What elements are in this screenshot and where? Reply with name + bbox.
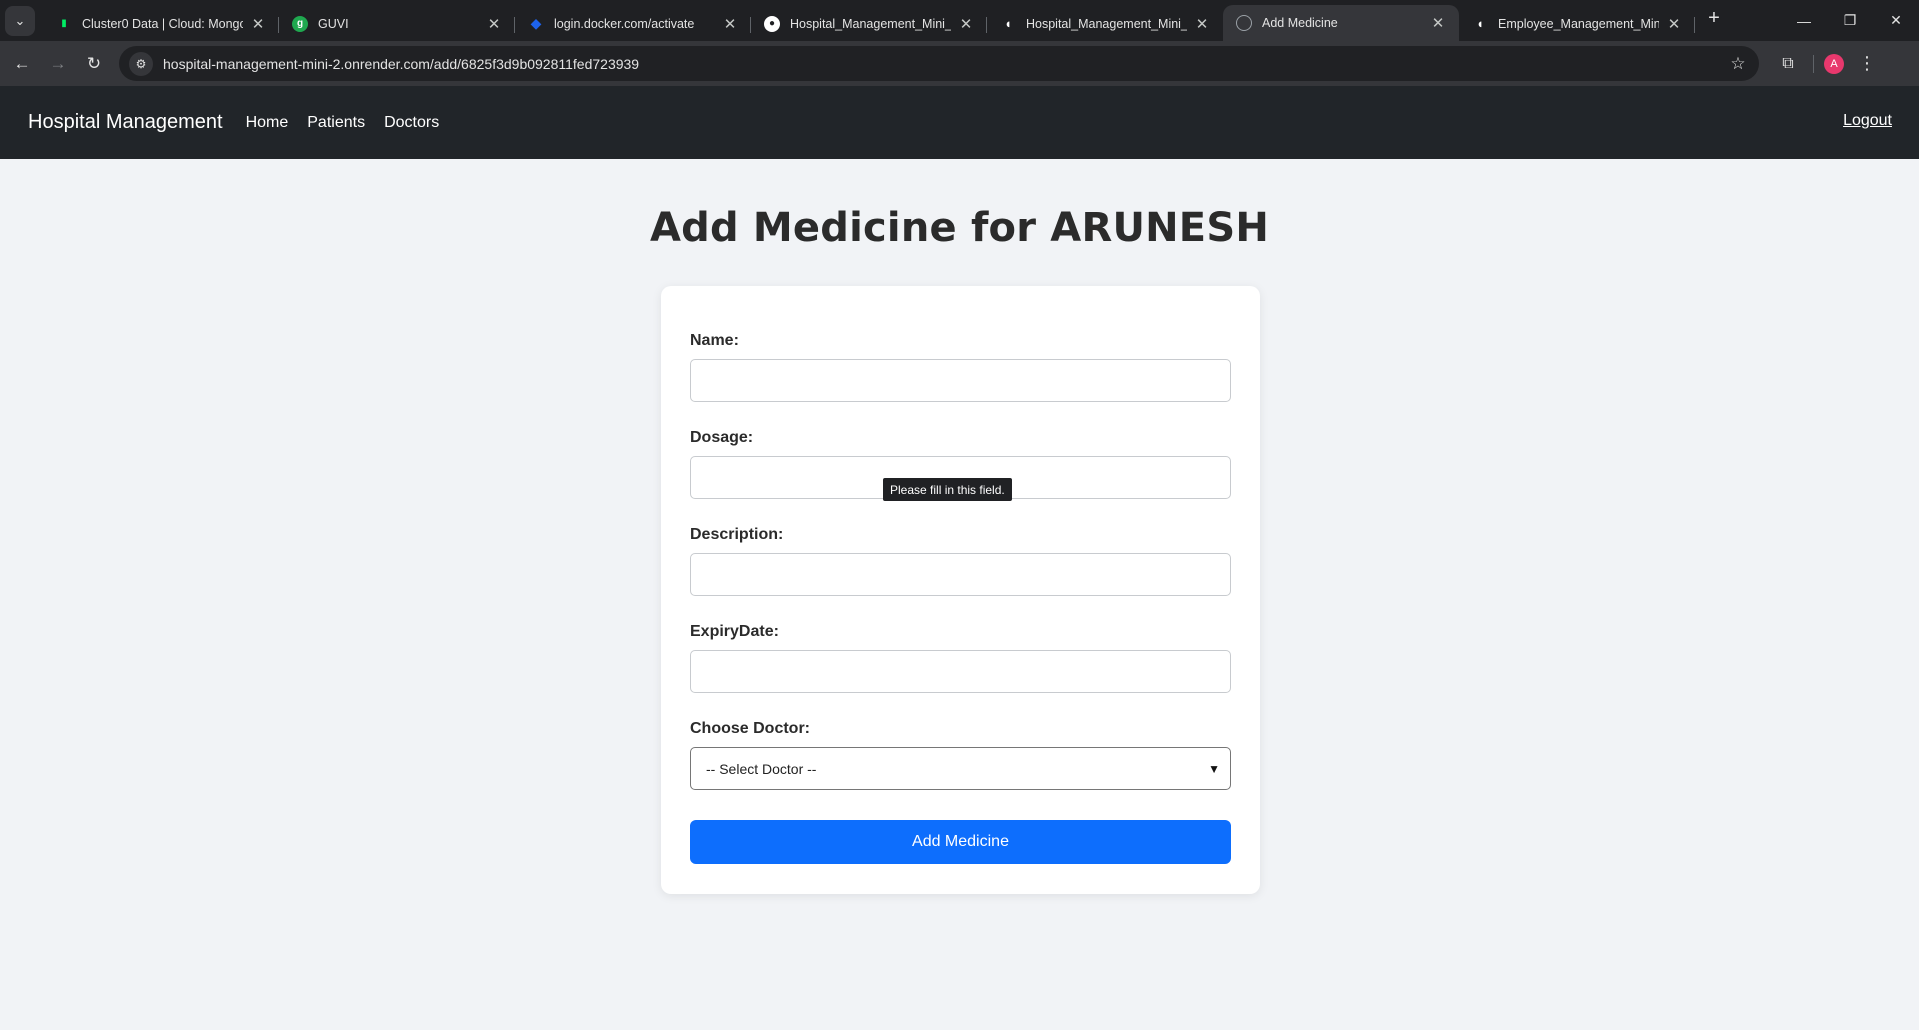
tab-title: Hospital_Management_Mini_2: [1026, 16, 1187, 31]
extensions-icon[interactable]: ⧉: [1773, 55, 1803, 73]
close-icon[interactable]: ✕: [485, 15, 503, 33]
expiry-date-label: ExpiryDate:: [690, 623, 779, 640]
navbar-brand[interactable]: Hospital Management: [28, 111, 223, 134]
mongodb-leaf-icon: ▮: [61, 18, 67, 29]
window-close-icon[interactable]: ✕: [1873, 0, 1919, 41]
doctor-select-value: -- Select Doctor --: [706, 760, 817, 777]
browser-tab-docker[interactable]: ◆ login.docker.com/activate ✕: [515, 7, 751, 40]
tab-title: Hospital_Management_Mini_2/: [790, 16, 951, 31]
window-controls: — ❐ ✕: [1781, 0, 1919, 41]
toolbar-right: ⧉ A ⋮: [1773, 53, 1882, 74]
forward-button[interactable]: →: [41, 47, 75, 81]
tab-title: Add Medicine: [1262, 16, 1338, 30]
site-info-icon[interactable]: ⚙: [129, 51, 153, 76]
browser-tab-mongodb[interactable]: ▮ Cluster0 Data | Cloud: MongoD ✕: [43, 7, 279, 40]
tab-search-button[interactable]: ⌄: [5, 5, 35, 36]
restore-icon[interactable]: ❐: [1827, 0, 1873, 41]
expiry-date-field-group: ExpiryDate:: [690, 623, 1231, 693]
guvi-icon: g: [292, 15, 308, 32]
minimize-icon[interactable]: —: [1781, 0, 1827, 41]
tab-title: login.docker.com/activate: [554, 16, 695, 31]
expiry-date-input[interactable]: [690, 650, 1231, 693]
close-icon[interactable]: ✕: [721, 15, 739, 33]
tab-list: ▮ Cluster0 Data | Cloud: MongoD ✕ g GUVI…: [43, 0, 1695, 41]
browser-tab-guvi[interactable]: g GUVI ✕: [279, 7, 515, 40]
close-icon[interactable]: ✕: [249, 15, 267, 33]
close-icon[interactable]: ✕: [1665, 15, 1683, 33]
name-input[interactable]: [690, 359, 1231, 402]
app-navbar: Hospital Management Home Patients Doctor…: [0, 86, 1919, 159]
browser-tabstrip: ⌄ ▮ Cluster0 Data | Cloud: MongoD ✕ g GU…: [0, 0, 1919, 41]
profile-avatar[interactable]: A: [1824, 53, 1844, 74]
dosage-label: Dosage:: [690, 429, 754, 446]
doctor-field-group: Choose Doctor: -- Select Doctor -- ▼: [690, 720, 1231, 790]
close-icon[interactable]: ✕: [957, 15, 975, 33]
bookmark-star-icon[interactable]: ☆: [1723, 54, 1753, 74]
browser-toolbar: ← → ↻ ⚙ hospital-management-mini-2.onren…: [0, 41, 1919, 86]
validation-tooltip: Please fill in this field.: [883, 478, 1012, 501]
close-icon[interactable]: ✕: [1193, 15, 1211, 33]
add-medicine-button[interactable]: Add Medicine: [690, 820, 1231, 864]
docker-icon: ◆: [530, 15, 542, 31]
nav-link-patients[interactable]: Patients: [307, 114, 365, 132]
description-input[interactable]: [690, 553, 1231, 596]
globe-icon: [1236, 15, 1252, 31]
tab-title: Cluster0 Data | Cloud: MongoD: [82, 16, 243, 31]
browser-tab-add-medicine[interactable]: Add Medicine ✕: [1223, 5, 1459, 41]
reload-button[interactable]: ↻: [77, 47, 111, 81]
name-label: Name:: [690, 332, 739, 349]
logout-link[interactable]: Logout: [1843, 112, 1892, 130]
render-icon: ◖: [1476, 16, 1484, 31]
doctor-select[interactable]: -- Select Doctor -- ▼: [690, 747, 1231, 790]
chevron-down-icon: ▼: [1208, 761, 1220, 776]
github-icon: ●: [764, 15, 780, 32]
name-field-group: Name:: [690, 332, 1231, 402]
description-label: Description:: [690, 526, 784, 543]
browser-menu-icon[interactable]: ⋮: [1852, 53, 1882, 74]
nav-link-doctors[interactable]: Doctors: [384, 114, 439, 132]
address-bar[interactable]: ⚙ hospital-management-mini-2.onrender.co…: [119, 46, 1759, 81]
browser-tab-github[interactable]: ● Hospital_Management_Mini_2/ ✕: [751, 7, 987, 40]
tab-title: GUVI: [318, 16, 349, 31]
url-text[interactable]: hospital-management-mini-2.onrender.com/…: [163, 56, 1723, 72]
browser-tab-render[interactable]: ◖ Hospital_Management_Mini_2 ✕: [987, 7, 1223, 40]
back-button[interactable]: ←: [5, 47, 39, 81]
tab-title: Employee_Management_Mini_: [1498, 16, 1659, 31]
close-icon[interactable]: ✕: [1429, 14, 1447, 32]
new-tab-button[interactable]: +: [1699, 4, 1729, 34]
page-title: Add Medicine for ARUNESH: [649, 205, 1270, 251]
browser-tab-employee[interactable]: ◖ Employee_Management_Mini_ ✕: [1459, 7, 1695, 40]
doctor-label: Choose Doctor:: [690, 720, 810, 737]
nav-link-home[interactable]: Home: [246, 114, 289, 132]
description-field-group: Description:: [690, 526, 1231, 596]
render-icon: ◖: [1004, 16, 1012, 31]
add-medicine-form: Name: Dosage: Description: ExpiryDate: C…: [661, 286, 1260, 894]
toolbar-divider: [1813, 54, 1814, 73]
